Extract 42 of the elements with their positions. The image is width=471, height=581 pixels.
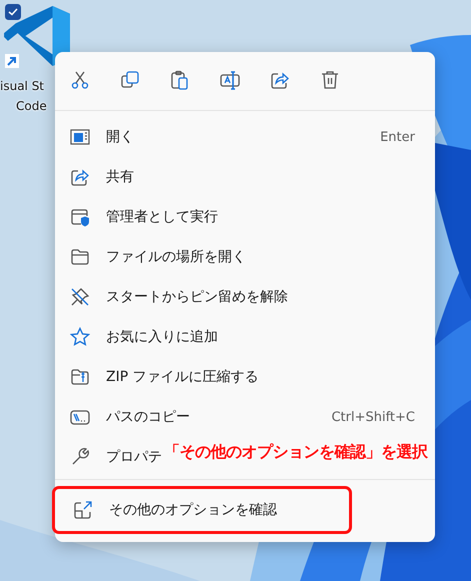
star-icon [70, 327, 90, 347]
delete-icon[interactable] [320, 70, 340, 90]
expand-arrow-icon [73, 500, 93, 520]
menu-item[interactable]: パスのコピー Ctrl+Shift+C [55, 397, 435, 437]
share-icon [70, 167, 90, 187]
menu-item-label: ZIP ファイルに圧縮する [106, 368, 259, 386]
cut-icon[interactable] [70, 70, 90, 90]
menu-item-label: 開く [106, 128, 134, 146]
menu-item[interactable]: 共有 [55, 157, 134, 197]
menu-item-label: パスのコピー [106, 408, 190, 426]
folder-icon [70, 247, 90, 267]
unpin-icon [70, 287, 90, 307]
menu-item-label: スタートからピン留めを解除 [106, 288, 288, 306]
menu-item-label: ファイルの場所を開く [106, 248, 246, 266]
wrench-icon [70, 447, 90, 467]
shortcut-text: Enter [380, 130, 415, 144]
menu-item[interactable]: プロパテ [55, 437, 162, 477]
menu-item-label: 管理者として実行 [106, 208, 218, 226]
menu-item[interactable]: ZIP ファイルに圧縮する [55, 357, 259, 397]
annotation-text: 「その他のオプションを確認」を選択 [164, 442, 428, 463]
menu-item[interactable]: 開く Enter [55, 117, 435, 157]
paste-icon[interactable] [170, 70, 190, 90]
more-options-item[interactable]: その他のオプションを確認 [52, 486, 352, 534]
menu-item-label: お気に入りに追加 [106, 328, 218, 346]
zip-folder-icon [70, 367, 90, 387]
shortcut-arrow-icon [5, 54, 19, 68]
shortcut-text: Ctrl+Shift+C [331, 410, 415, 424]
copy-icon[interactable] [120, 70, 140, 90]
open-window-icon [70, 127, 90, 147]
menu-item[interactable]: お気に入りに追加 [55, 317, 218, 357]
menu-item-label: その他のオプションを確認 [109, 501, 277, 519]
menu-item[interactable]: 管理者として実行 [55, 197, 218, 237]
menu-item-label: 共有 [106, 168, 134, 186]
menu-item[interactable]: ファイルの場所を開く [55, 237, 246, 277]
share-icon[interactable] [270, 70, 290, 90]
menu-item-label: プロパテ [106, 448, 162, 466]
rename-icon[interactable] [220, 70, 240, 90]
menu-item[interactable]: スタートからピン留めを解除 [55, 277, 288, 317]
shield-window-icon [70, 207, 90, 227]
checkbox[interactable] [5, 4, 21, 20]
icon-label: Code [16, 98, 47, 115]
icon-label: isual St [0, 78, 44, 95]
